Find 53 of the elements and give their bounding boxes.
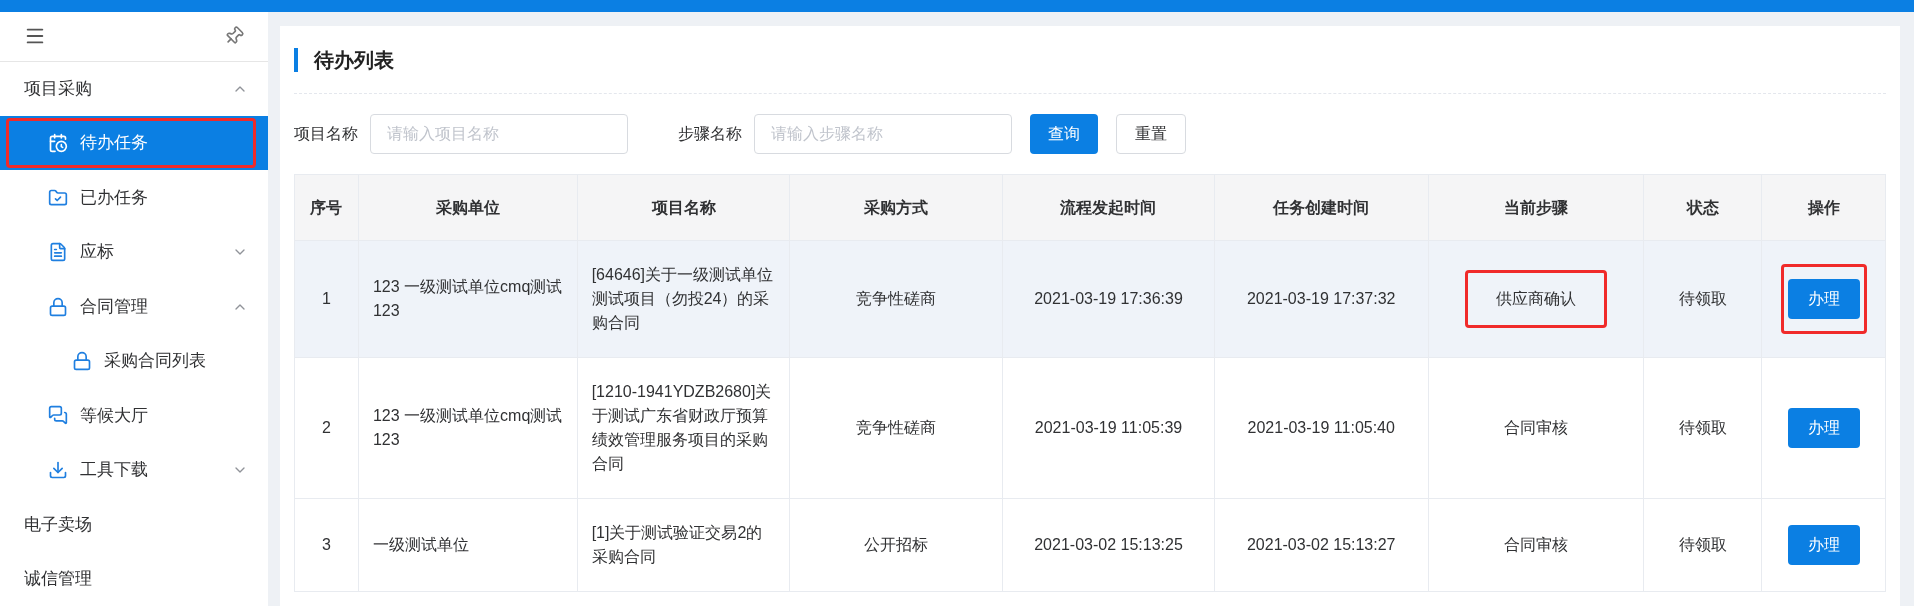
table-cell-text: 2021-03-19 11:05:40 <box>1247 418 1395 438</box>
document-icon <box>48 242 68 263</box>
table-cell-text: 合同审核 <box>1503 418 1568 438</box>
table-cell-text: 待领取 <box>1678 535 1727 555</box>
table-cell-text: 合同审核 <box>1503 535 1568 555</box>
sidebar-item[interactable]: 等候大厅 <box>0 388 268 443</box>
table-cell-text: 待领取 <box>1678 289 1727 309</box>
table-cell-text: 123 一级测试单位cmq测试123 <box>372 277 563 321</box>
folder-check-icon <box>48 187 68 208</box>
table-cell-text: 2021-03-19 17:36:39 <box>1034 289 1183 309</box>
table-cell-text: 1 <box>322 289 331 309</box>
sidebar-item[interactable]: 合同管理 <box>0 279 268 334</box>
chat-bubbles-icon <box>48 405 68 426</box>
reset-button[interactable]: 重置 <box>1116 114 1186 154</box>
table-cell-text: 公开招标 <box>864 535 929 555</box>
search-field[interactable]: 请输入步骤名称 <box>754 114 1012 154</box>
title-accent-bar <box>294 47 298 72</box>
filter-label: 步骤名称 <box>678 124 742 144</box>
sidebar-item[interactable]: 项目采购 <box>0 61 268 116</box>
handle-button[interactable]: 办理 <box>1787 408 1860 448</box>
sidebar-item[interactable]: 采购合同列表 <box>0 333 268 389</box>
calendar-clock-icon <box>48 133 68 154</box>
query-button[interactable]: 查询 <box>1030 114 1098 154</box>
filter-label: 项目名称 <box>294 124 358 144</box>
sidebar-item[interactable]: 已办任务 <box>0 170 268 225</box>
table-cell-text: 竞争性磋商 <box>856 418 937 438</box>
table-cell-text: 2021-03-19 17:37:32 <box>1246 289 1396 309</box>
handle-button[interactable]: 办理 <box>1787 279 1860 319</box>
table-cell-text: 2021-03-19 11:05:39 <box>1034 418 1183 438</box>
page-title: 待办列表 <box>314 47 394 73</box>
table-cell-text: 123 一级测试单位cmq测试123 <box>372 406 563 450</box>
sidebar-item[interactable]: 应标 <box>0 224 268 280</box>
sidebar-item[interactable]: 工具下载 <box>0 442 268 498</box>
lock-icon <box>72 351 92 371</box>
sidebar-item[interactable]: 待办任务 <box>0 115 268 171</box>
table-cell-text: 竞争性磋商 <box>856 289 937 309</box>
download-icon <box>48 459 68 480</box>
sidebar-item[interactable]: 电子卖场 <box>0 497 268 552</box>
table-cell-text: 2021-03-02 15:13:27 <box>1246 535 1396 555</box>
table-cell-text: [1]关于测试验证交易2的采购合同 <box>591 523 764 567</box>
table-cell-text: 2021-03-02 15:13:25 <box>1034 535 1183 555</box>
table-cell-text: 待领取 <box>1678 418 1727 438</box>
lock-icon <box>48 296 68 317</box>
handle-button[interactable]: 办理 <box>1787 525 1860 565</box>
table-cell-text: 3 <box>322 535 331 555</box>
table-cell-text: 一级测试单位 <box>372 535 469 555</box>
column-header: 操作 <box>1806 197 1841 218</box>
table-cell-text: 2 <box>322 418 331 438</box>
table-cell-text: [64646]关于一级测试单位测试项目（勿投24）的采购合同 <box>591 265 774 333</box>
table-cell-text: [1210-1941YDZB2680]关于测试广东省财政厅预算绩效管理服务项目的采购合同 <box>591 382 773 474</box>
sidebar-item[interactable]: 诚信管理 <box>0 551 268 606</box>
table-cell: 供应商确认 <box>1495 290 1576 307</box>
search-field[interactable]: 请输入项目名称 <box>370 114 628 154</box>
